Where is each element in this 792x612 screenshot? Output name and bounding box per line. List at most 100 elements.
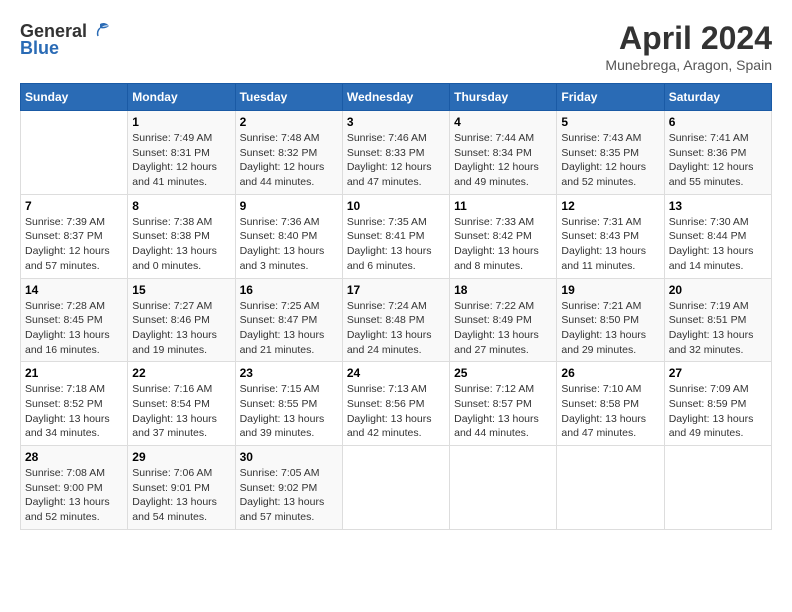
- day-info: Sunrise: 7:19 AMSunset: 8:51 PMDaylight:…: [669, 299, 767, 358]
- day-info: Sunrise: 7:41 AMSunset: 8:36 PMDaylight:…: [669, 131, 767, 190]
- day-info: Sunrise: 7:05 AMSunset: 9:02 PMDaylight:…: [240, 466, 338, 525]
- day-info: Sunrise: 7:35 AMSunset: 8:41 PMDaylight:…: [347, 215, 445, 274]
- day-number: 9: [240, 199, 338, 213]
- day-info: Sunrise: 7:10 AMSunset: 8:58 PMDaylight:…: [561, 382, 659, 441]
- week-row-3: 14Sunrise: 7:28 AMSunset: 8:45 PMDayligh…: [21, 278, 772, 362]
- day-cell: 10Sunrise: 7:35 AMSunset: 8:41 PMDayligh…: [342, 194, 449, 278]
- location-text: Munebrega, Aragon, Spain: [605, 57, 772, 73]
- day-number: 30: [240, 450, 338, 464]
- day-number: 3: [347, 115, 445, 129]
- day-number: 4: [454, 115, 552, 129]
- week-row-2: 7 Sunrise: 7:39 AMSunset: 8:37 PMDaylight…: [21, 194, 772, 278]
- day-cell: 19 Sunrise: 7:21 AMSunset: 8:50 PMDayligh…: [557, 278, 664, 362]
- day-cell: 21 Sunrise: 7:18 AMSunset: 8:52 PMDayligh…: [21, 362, 128, 446]
- day-info: Sunrise: 7:46 AMSunset: 8:33 PMDaylight:…: [347, 131, 445, 190]
- day-info: Sunrise: 7:39 AMSunset: 8:37 PMDaylight:…: [25, 215, 123, 274]
- day-cell: 28Sunrise: 7:08 AMSunset: 9:00 PMDayligh…: [21, 446, 128, 530]
- day-number: 24: [347, 366, 445, 380]
- day-cell: 2 Sunrise: 7:48 AMSunset: 8:32 PMDaylight…: [235, 111, 342, 195]
- day-cell: 24 Sunrise: 7:13 AMSunset: 8:56 PMDayligh…: [342, 362, 449, 446]
- day-cell: 12 Sunrise: 7:31 AMSunset: 8:43 PMDayligh…: [557, 194, 664, 278]
- month-title: April 2024: [605, 20, 772, 57]
- day-cell: 14Sunrise: 7:28 AMSunset: 8:45 PMDayligh…: [21, 278, 128, 362]
- week-row-1: 1 Sunrise: 7:49 AMSunset: 8:31 PMDaylight…: [21, 111, 772, 195]
- day-info: Sunrise: 7:27 AMSunset: 8:46 PMDaylight:…: [132, 299, 230, 358]
- day-info: Sunrise: 7:43 AMSunset: 8:35 PMDaylight:…: [561, 131, 659, 190]
- day-number: 16: [240, 283, 338, 297]
- day-info: Sunrise: 7:33 AMSunset: 8:42 PMDaylight:…: [454, 215, 552, 274]
- day-info: Sunrise: 7:09 AMSunset: 8:59 PMDaylight:…: [669, 382, 767, 441]
- day-number: 26: [561, 366, 659, 380]
- day-cell: 6 Sunrise: 7:41 AMSunset: 8:36 PMDaylight…: [664, 111, 771, 195]
- day-number: 28: [25, 450, 123, 464]
- day-number: 5: [561, 115, 659, 129]
- day-cell: 22 Sunrise: 7:16 AMSunset: 8:54 PMDayligh…: [128, 362, 235, 446]
- day-info: Sunrise: 7:12 AMSunset: 8:57 PMDaylight:…: [454, 382, 552, 441]
- day-info: Sunrise: 7:16 AMSunset: 8:54 PMDaylight:…: [132, 382, 230, 441]
- day-number: 22: [132, 366, 230, 380]
- day-number: 21: [25, 366, 123, 380]
- day-cell: [664, 446, 771, 530]
- day-number: 13: [669, 199, 767, 213]
- day-number: 23: [240, 366, 338, 380]
- day-info: Sunrise: 7:22 AMSunset: 8:49 PMDaylight:…: [454, 299, 552, 358]
- day-cell: 16 Sunrise: 7:25 AMSunset: 8:47 PMDayligh…: [235, 278, 342, 362]
- page-header: General Blue April 2024 Munebrega, Arago…: [20, 20, 772, 73]
- day-info: Sunrise: 7:13 AMSunset: 8:56 PMDaylight:…: [347, 382, 445, 441]
- day-info: Sunrise: 7:24 AMSunset: 8:48 PMDaylight:…: [347, 299, 445, 358]
- day-cell: 25 Sunrise: 7:12 AMSunset: 8:57 PMDayligh…: [450, 362, 557, 446]
- day-cell: 1 Sunrise: 7:49 AMSunset: 8:31 PMDaylight…: [128, 111, 235, 195]
- day-number: 18: [454, 283, 552, 297]
- day-info: Sunrise: 7:25 AMSunset: 8:47 PMDaylight:…: [240, 299, 338, 358]
- day-cell: 17 Sunrise: 7:24 AMSunset: 8:48 PMDayligh…: [342, 278, 449, 362]
- day-info: Sunrise: 7:21 AMSunset: 8:50 PMDaylight:…: [561, 299, 659, 358]
- day-cell: 27 Sunrise: 7:09 AMSunset: 8:59 PMDayligh…: [664, 362, 771, 446]
- day-cell: 11 Sunrise: 7:33 AMSunset: 8:42 PMDayligh…: [450, 194, 557, 278]
- day-number: 6: [669, 115, 767, 129]
- day-number: 11: [454, 199, 552, 213]
- day-cell: 9 Sunrise: 7:36 AMSunset: 8:40 PMDaylight…: [235, 194, 342, 278]
- day-info: Sunrise: 7:48 AMSunset: 8:32 PMDaylight:…: [240, 131, 338, 190]
- day-cell: 8Sunrise: 7:38 AMSunset: 8:38 PMDaylight…: [128, 194, 235, 278]
- day-number: 25: [454, 366, 552, 380]
- day-cell: 29 Sunrise: 7:06 AMSunset: 9:01 PMDayligh…: [128, 446, 235, 530]
- day-number: 27: [669, 366, 767, 380]
- day-cell: [21, 111, 128, 195]
- day-info: Sunrise: 7:38 AMSunset: 8:38 PMDaylight:…: [132, 215, 230, 274]
- day-info: Sunrise: 7:28 AMSunset: 8:45 PMDaylight:…: [25, 299, 123, 358]
- day-number: 17: [347, 283, 445, 297]
- day-number: 19: [561, 283, 659, 297]
- title-block: April 2024 Munebrega, Aragon, Spain: [605, 20, 772, 73]
- day-number: 7: [25, 199, 123, 213]
- day-info: Sunrise: 7:31 AMSunset: 8:43 PMDaylight:…: [561, 215, 659, 274]
- day-info: Sunrise: 7:44 AMSunset: 8:34 PMDaylight:…: [454, 131, 552, 190]
- day-info: Sunrise: 7:30 AMSunset: 8:44 PMDaylight:…: [669, 215, 767, 274]
- day-cell: 15 Sunrise: 7:27 AMSunset: 8:46 PMDayligh…: [128, 278, 235, 362]
- logo-blue-text: Blue: [20, 38, 59, 59]
- day-cell: 26 Sunrise: 7:10 AMSunset: 8:58 PMDayligh…: [557, 362, 664, 446]
- day-cell: 5 Sunrise: 7:43 AMSunset: 8:35 PMDaylight…: [557, 111, 664, 195]
- day-info: Sunrise: 7:15 AMSunset: 8:55 PMDaylight:…: [240, 382, 338, 441]
- day-header-sunday: Sunday: [21, 84, 128, 111]
- day-cell: [342, 446, 449, 530]
- week-row-5: 28Sunrise: 7:08 AMSunset: 9:00 PMDayligh…: [21, 446, 772, 530]
- day-info: Sunrise: 7:18 AMSunset: 8:52 PMDaylight:…: [25, 382, 123, 441]
- day-number: 15: [132, 283, 230, 297]
- day-cell: 20 Sunrise: 7:19 AMSunset: 8:51 PMDayligh…: [664, 278, 771, 362]
- day-number: 29: [132, 450, 230, 464]
- day-number: 1: [132, 115, 230, 129]
- day-number: 2: [240, 115, 338, 129]
- day-info: Sunrise: 7:49 AMSunset: 8:31 PMDaylight:…: [132, 131, 230, 190]
- day-info: Sunrise: 7:36 AMSunset: 8:40 PMDaylight:…: [240, 215, 338, 274]
- day-number: 12: [561, 199, 659, 213]
- day-header-saturday: Saturday: [664, 84, 771, 111]
- logo-bird-icon: [89, 20, 111, 42]
- day-cell: 3 Sunrise: 7:46 AMSunset: 8:33 PMDaylight…: [342, 111, 449, 195]
- day-header-friday: Friday: [557, 84, 664, 111]
- day-number: 20: [669, 283, 767, 297]
- day-header-thursday: Thursday: [450, 84, 557, 111]
- day-cell: [450, 446, 557, 530]
- day-cell: 30 Sunrise: 7:05 AMSunset: 9:02 PMDayligh…: [235, 446, 342, 530]
- day-info: Sunrise: 7:06 AMSunset: 9:01 PMDaylight:…: [132, 466, 230, 525]
- day-cell: 23 Sunrise: 7:15 AMSunset: 8:55 PMDayligh…: [235, 362, 342, 446]
